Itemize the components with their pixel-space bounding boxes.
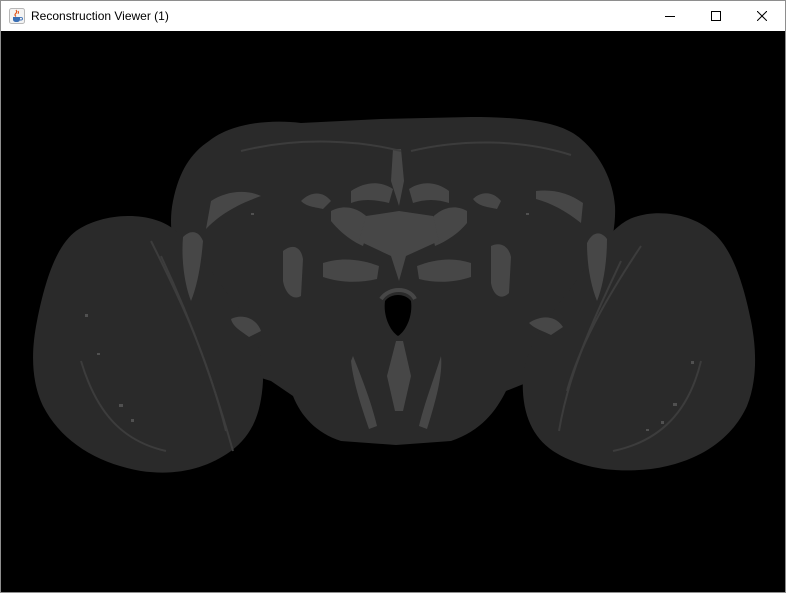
java-coffee-cup-icon[interactable] <box>9 8 25 24</box>
brain-mesh-render <box>1 31 785 592</box>
close-icon <box>757 11 767 21</box>
maximize-icon <box>711 11 721 21</box>
minimize-button[interactable] <box>647 1 693 31</box>
window-title: Reconstruction Viewer (1) <box>31 9 169 23</box>
close-button[interactable] <box>739 1 785 31</box>
render-viewport[interactable] <box>1 31 785 592</box>
viewer-window: Reconstruction Viewer (1) <box>0 0 786 593</box>
maximize-button[interactable] <box>693 1 739 31</box>
window-controls <box>647 1 785 31</box>
minimize-icon <box>665 16 675 17</box>
title-bar[interactable]: Reconstruction Viewer (1) <box>1 1 785 31</box>
